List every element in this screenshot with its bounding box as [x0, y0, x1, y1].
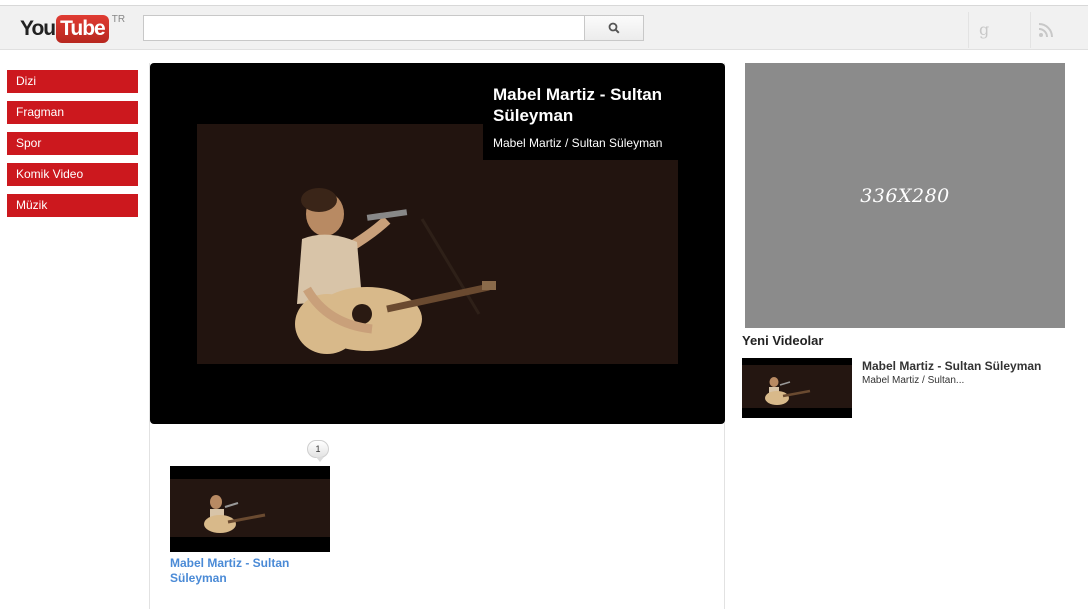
logo-you-text: You	[20, 17, 56, 40]
sidebar-item-dizi[interactable]: Dizi	[7, 70, 138, 93]
comment-count-badge: 1	[307, 440, 329, 462]
recent-thumbnail-image	[742, 365, 852, 408]
sidebar-item-muzik[interactable]: Müzik	[7, 194, 138, 217]
video-card-title[interactable]: Mabel Martiz - Sultan Süleyman	[170, 556, 330, 586]
video-card: Mabel Martiz - Sultan Süleyman	[170, 466, 330, 586]
ad-size-label: 336X280	[860, 184, 950, 207]
header: You Tube TR g	[0, 6, 1088, 50]
guitarist-image	[197, 124, 678, 364]
video-thumbnail[interactable]	[170, 466, 330, 552]
main-content: Mabel Martiz - Sultan Süleyman Mabel Mar…	[149, 63, 725, 609]
video-subtitle: Mabel Martiz / Sultan Süleyman	[493, 136, 663, 150]
rss-button[interactable]	[1030, 12, 1060, 48]
video-player[interactable]: Mabel Martiz - Sultan Süleyman Mabel Mar…	[150, 63, 725, 424]
category-sidebar: Dizi Fragman Spor Komik Video Müzik	[7, 70, 138, 225]
sidebar-item-fragman[interactable]: Fragman	[7, 101, 138, 124]
video-caption: Mabel Martiz - Sultan Süleyman Mabel Mar…	[483, 77, 689, 160]
rss-icon	[1038, 23, 1053, 38]
video-title[interactable]: Mabel Martiz - Sultan Süleyman	[493, 84, 679, 126]
search-input[interactable]	[143, 15, 585, 41]
ad-placeholder[interactable]: 336X280	[745, 63, 1065, 328]
search-button[interactable]	[584, 15, 644, 41]
recent-videos-heading: Yeni Videolar	[742, 333, 824, 348]
google-plus-button[interactable]: g	[968, 12, 998, 48]
thumbnail-image	[170, 479, 330, 537]
sidebar-item-komik-video[interactable]: Komik Video	[7, 163, 138, 186]
recent-video-thumbnail[interactable]	[742, 358, 852, 418]
google-plus-icon: g	[979, 21, 989, 39]
youtube-logo[interactable]: You Tube TR	[20, 14, 126, 43]
logo-tube-text: Tube	[56, 15, 109, 43]
logo-region: TR	[111, 14, 126, 25]
search-icon	[608, 22, 620, 34]
video-frame[interactable]	[197, 124, 678, 364]
sidebar-item-spor[interactable]: Spor	[7, 132, 138, 155]
recent-video-subtitle: Mabel Martiz / Sultan...	[862, 375, 965, 386]
recent-video-title[interactable]: Mabel Martiz - Sultan Süleyman	[862, 359, 1041, 373]
svg-text:g: g	[979, 21, 989, 39]
